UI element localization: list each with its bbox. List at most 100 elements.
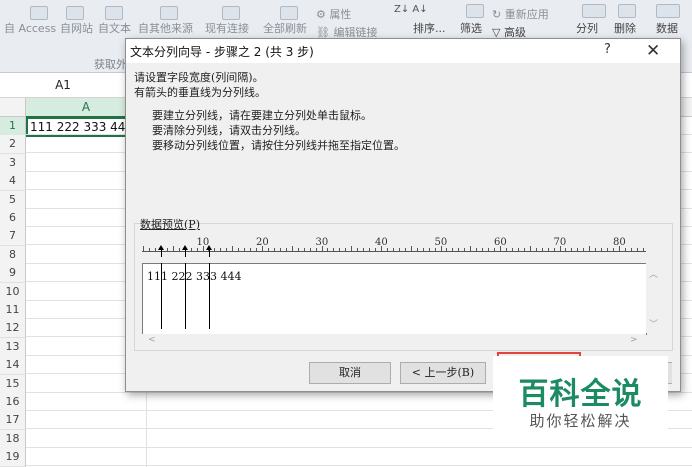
ruler-tick [404,248,406,251]
row-gridline [26,446,692,448]
ruler-tick [523,248,525,251]
ruler-tick [220,248,222,251]
sort-button[interactable]: 排序... [413,20,446,36]
ruler-number: 50 [434,237,448,248]
row-gridline [26,465,692,467]
close-icon[interactable]: ✕ [646,39,660,63]
scroll-right-icon[interactable]: > [630,335,638,345]
column-ruler[interactable]: 10 20 30 40 50 60 70 80 [142,237,646,257]
row-header[interactable]: 4 [0,172,26,192]
column-break-arrow[interactable] [158,245,164,257]
ruler-tick [250,248,252,251]
data-validation-button[interactable]: 数据 [656,20,678,36]
from-web-button[interactable]: 自网站 [60,20,93,36]
ruler-tick [256,248,258,251]
row-header[interactable]: 7 [0,227,26,247]
row-header[interactable]: 19 [0,448,26,467]
ruler-tick [446,248,448,251]
row-header[interactable]: 9 [0,264,26,284]
text-to-columns-button[interactable]: 分列 [576,20,598,36]
ruler-tick [529,246,531,251]
filter-button[interactable]: 筛选 [460,20,482,36]
from-other-sources-button[interactable]: 自其他来源 [138,20,193,36]
ruler-tick [244,248,246,251]
column-break-arrow[interactable] [206,245,212,257]
back-button[interactable]: < 上一步(B) [400,362,486,384]
dialog-title: 文本分列向导 - 步骤之 2 (共 3 步) [130,45,314,59]
ruler-tick [369,248,371,251]
ruler-tick [214,248,216,251]
preview-horizontal-scrollbar[interactable]: < > [142,334,646,348]
row-header[interactable]: 10 [0,282,26,302]
ruler-tick [238,248,240,251]
reapply-button[interactable]: ↻ 重新应用 [492,6,549,22]
data-preview-box[interactable]: 111 222 333 444 [142,263,647,335]
row-header[interactable]: 18 [0,429,26,449]
column-break-arrow[interactable] [182,245,188,257]
ruler-tick [166,248,168,251]
column-break-line[interactable] [161,263,162,329]
preview-vertical-scrollbar[interactable]: ︿ ﹀ [646,263,661,333]
refresh-all-icon [280,6,298,20]
select-all-corner[interactable] [0,98,26,116]
ruler-tick [553,248,555,251]
scroll-down-icon[interactable]: ﹀ [649,317,658,330]
ruler-tick [583,248,585,251]
access-icon [30,6,48,20]
ruler-tick [357,248,359,251]
row-header[interactable]: 2 [0,135,26,155]
ruler-tick [285,248,287,251]
ruler-number: 70 [553,237,567,248]
refresh-all-button[interactable]: 全部刷新 [263,20,307,36]
ruler-tick [434,248,436,251]
ruler-tick [422,248,424,251]
row-header[interactable]: 17 [0,411,26,431]
ruler-tick [232,246,234,251]
row-header[interactable]: 16 [0,393,26,412]
ruler-tick [291,246,293,251]
help-button[interactable]: ? [604,42,611,57]
ruler-tick [398,248,400,251]
row-header[interactable]: 6 [0,209,26,228]
scroll-up-icon[interactable]: ︿ [649,267,658,280]
ruler-tick [517,248,519,251]
ruler-tick [458,248,460,251]
other-source-icon [160,6,178,20]
scroll-left-icon[interactable]: < [148,335,156,345]
cancel-button[interactable]: 取消 [309,362,391,384]
row-header[interactable]: 14 [0,356,26,376]
column-break-line[interactable] [185,263,186,329]
dialog-titlebar[interactable]: 文本分列向导 - 步骤之 2 (共 3 步) ? ✕ [126,39,680,63]
name-box[interactable]: A1 [0,73,127,97]
row-header[interactable]: 12 [0,319,26,339]
ruler-tick [154,248,156,251]
row-header[interactable]: 15 [0,374,26,394]
existing-connections-icon [222,6,240,20]
ruler-tick [607,248,609,251]
from-text-button[interactable]: 自文本 [98,20,131,36]
ruler-tick [190,248,192,251]
sort-az-icon[interactable]: Z↓ A↓ [394,4,428,15]
existing-connections-button[interactable]: 现有连接 [205,20,249,36]
row-header[interactable]: 13 [0,337,26,357]
ruler-tick [642,248,644,251]
ruler-tick [565,248,567,251]
ruler-tick [375,248,377,251]
filter-icon [466,4,484,18]
row-header[interactable]: 8 [0,245,26,265]
row-header[interactable]: 5 [0,190,26,210]
from-access-button[interactable]: 自 Access [4,20,56,36]
ruler-tick [303,248,305,251]
row-header[interactable]: 11 [0,301,26,320]
ribbon-group-label: 获取外 [94,58,127,71]
remove-duplicates-button[interactable]: 删除 [614,20,636,36]
tip-line: 要清除分列线，请双击分列线。 [152,124,306,137]
ruler-tick [339,248,341,251]
ruler-tick [279,248,281,251]
ruler-tick [589,246,591,251]
column-break-line[interactable] [209,263,210,329]
ruler-tick [410,246,412,251]
properties-button[interactable]: ⚙ 属性 [316,6,351,22]
row-header[interactable]: 1 [0,117,26,136]
row-header[interactable]: 3 [0,153,26,173]
